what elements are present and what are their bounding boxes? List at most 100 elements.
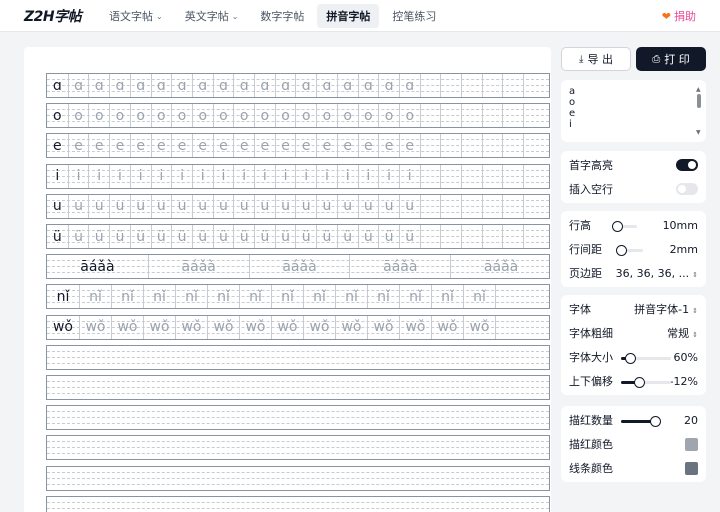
- trace-cell: wǒ: [367, 315, 399, 339]
- trace-cell: nǐ: [143, 285, 175, 309]
- trace-cell: ɑ: [274, 74, 296, 97]
- export-button[interactable]: ⤓ 导 出: [561, 47, 631, 71]
- blank-cell: [440, 104, 461, 128]
- trace-cell: o: [212, 104, 234, 128]
- trace-panel: 描红数量 20 描红颜色 线条颜色: [561, 406, 706, 482]
- row-gap-value: 2mm: [669, 242, 698, 256]
- font-row: 字体 拼音字体-1 ⇕: [561, 297, 706, 321]
- trace-cell: u: [67, 194, 89, 218]
- trace-cell: ɑ: [254, 74, 275, 97]
- nav-english[interactable]: 英文字帖 ⌄: [176, 4, 248, 28]
- insert-blank-toggle[interactable]: [676, 183, 698, 195]
- scroll-thumb[interactable]: [697, 94, 701, 108]
- download-icon: ⤓: [579, 53, 584, 65]
- row-gap-row: 行间距 2mm: [561, 237, 706, 261]
- blank-cell: [419, 194, 441, 218]
- highlight-cell: ɑ: [52, 77, 62, 94]
- trace-cell: u: [233, 194, 254, 218]
- trace-cell: wǒ: [239, 315, 271, 339]
- blank-cell: [440, 194, 461, 218]
- blank-cell: [523, 225, 544, 248]
- guide-line: [47, 453, 549, 455]
- size-label: 字体大小: [569, 351, 613, 364]
- blank-cell: [461, 225, 482, 248]
- trace-cell: u: [171, 194, 192, 218]
- trace-cell: ü: [191, 225, 213, 248]
- pinyin-text-input[interactable]: a o e i ▲ ▼: [561, 80, 706, 142]
- font-label: 字体: [569, 303, 591, 316]
- nav-pinyin[interactable]: 拼音字帖: [317, 4, 380, 28]
- practice-row: [46, 465, 550, 491]
- blank-cell: [440, 134, 461, 158]
- row-gap-label: 行间距: [569, 243, 602, 256]
- insert-blank-label: 插入空行: [569, 183, 613, 196]
- nav-pen-control[interactable]: 控笔练习: [383, 4, 445, 28]
- trace-cell: ɑ: [129, 74, 151, 97]
- trace-cell: nǐ: [431, 285, 463, 309]
- size-slider[interactable]: [621, 353, 671, 364]
- trace-cell: e: [150, 134, 172, 158]
- blank-cell: [495, 315, 527, 339]
- trace-cell: u: [274, 194, 296, 218]
- trace-cell: ɑ: [67, 74, 89, 97]
- trace-cell: e: [295, 134, 316, 158]
- trace-cell: nǐ: [239, 285, 271, 309]
- row-gap-slider[interactable]: [616, 245, 643, 256]
- tone-cell: āáǎà: [450, 255, 551, 279]
- trace-cell: u: [398, 194, 420, 218]
- guide-line: [47, 362, 549, 364]
- trace-cell: o: [88, 104, 109, 128]
- trace-cell: wǒ: [463, 315, 495, 339]
- line-color-swatch[interactable]: [685, 461, 698, 475]
- trace-cell: nǐ: [175, 285, 207, 309]
- trace-cell: u: [212, 194, 234, 218]
- practice-row: [46, 344, 550, 370]
- trace-cell: o: [357, 104, 379, 128]
- guide-line: [47, 501, 549, 503]
- logo[interactable]: Z2H字帖: [24, 6, 82, 26]
- trace-cell: e: [316, 134, 337, 158]
- weight-select[interactable]: 常规 ⇕: [667, 325, 698, 341]
- printer-icon: ⎙: [652, 53, 661, 65]
- practice-row: wǒ wǒ wǒ wǒ wǒ wǒ wǒ wǒ wǒ wǒ wǒ wǒ wǒ wǒ: [46, 314, 550, 340]
- trace-cell: o: [171, 104, 192, 128]
- highlight-first-toggle[interactable]: [676, 159, 698, 171]
- trace-cell: o: [295, 104, 316, 128]
- offset-slider[interactable]: [621, 377, 671, 388]
- trace-cell: ɑ: [295, 74, 316, 97]
- weight-row: 字体粗细 常规 ⇕: [561, 321, 706, 345]
- practice-row: eeeeeeeeeeeeeeeeee: [46, 133, 550, 159]
- blank-cell: [481, 74, 503, 97]
- guide-line: [47, 411, 549, 413]
- trace-color-row: 描红颜色: [561, 432, 706, 456]
- trace-color-swatch[interactable]: [685, 437, 698, 451]
- trace-cell: e: [336, 134, 358, 158]
- row-height-slider[interactable]: [612, 221, 637, 232]
- insert-blank-row: 插入空行: [561, 177, 706, 201]
- trace-cell: ɑ: [171, 74, 192, 97]
- guide-line: [47, 423, 549, 425]
- highlight-cell: o: [53, 107, 62, 124]
- trace-cell: nǐ: [111, 285, 143, 309]
- font-select[interactable]: 拼音字体-1 ⇕: [634, 301, 698, 317]
- margin-select[interactable]: 36, 36, 36, ... ⇕: [616, 267, 698, 280]
- trace-cell: ü: [254, 225, 275, 248]
- trace-cell: ɑ: [212, 74, 234, 97]
- print-label: 打 印: [664, 53, 690, 66]
- trace-cell: i: [254, 164, 275, 188]
- offset-value: -12%: [669, 374, 698, 388]
- blank-cell: [419, 104, 441, 128]
- donate-link[interactable]: ❤ 捐助: [662, 8, 696, 24]
- font-panel: 字体 拼音字体-1 ⇕ 字体粗细 常规 ⇕ 字体大小 60% 上下偏移 -12%: [561, 295, 706, 395]
- scrollbar[interactable]: ▲ ▼: [696, 84, 702, 138]
- trace-cell: nǐ: [367, 285, 399, 309]
- trace-count-slider[interactable]: [621, 416, 662, 427]
- nav-english-label: 英文字帖: [184, 10, 229, 23]
- trace-count-label: 描红数量: [569, 414, 613, 427]
- nav-chinese[interactable]: 语文字帖 ⌄: [100, 4, 172, 28]
- scroll-down-icon[interactable]: ▼: [696, 127, 701, 138]
- guide-line: [47, 441, 549, 443]
- nav-numbers[interactable]: 数字字帖: [251, 4, 313, 28]
- print-button[interactable]: ⎙ 打 印: [636, 47, 706, 71]
- trace-cell: o: [129, 104, 151, 128]
